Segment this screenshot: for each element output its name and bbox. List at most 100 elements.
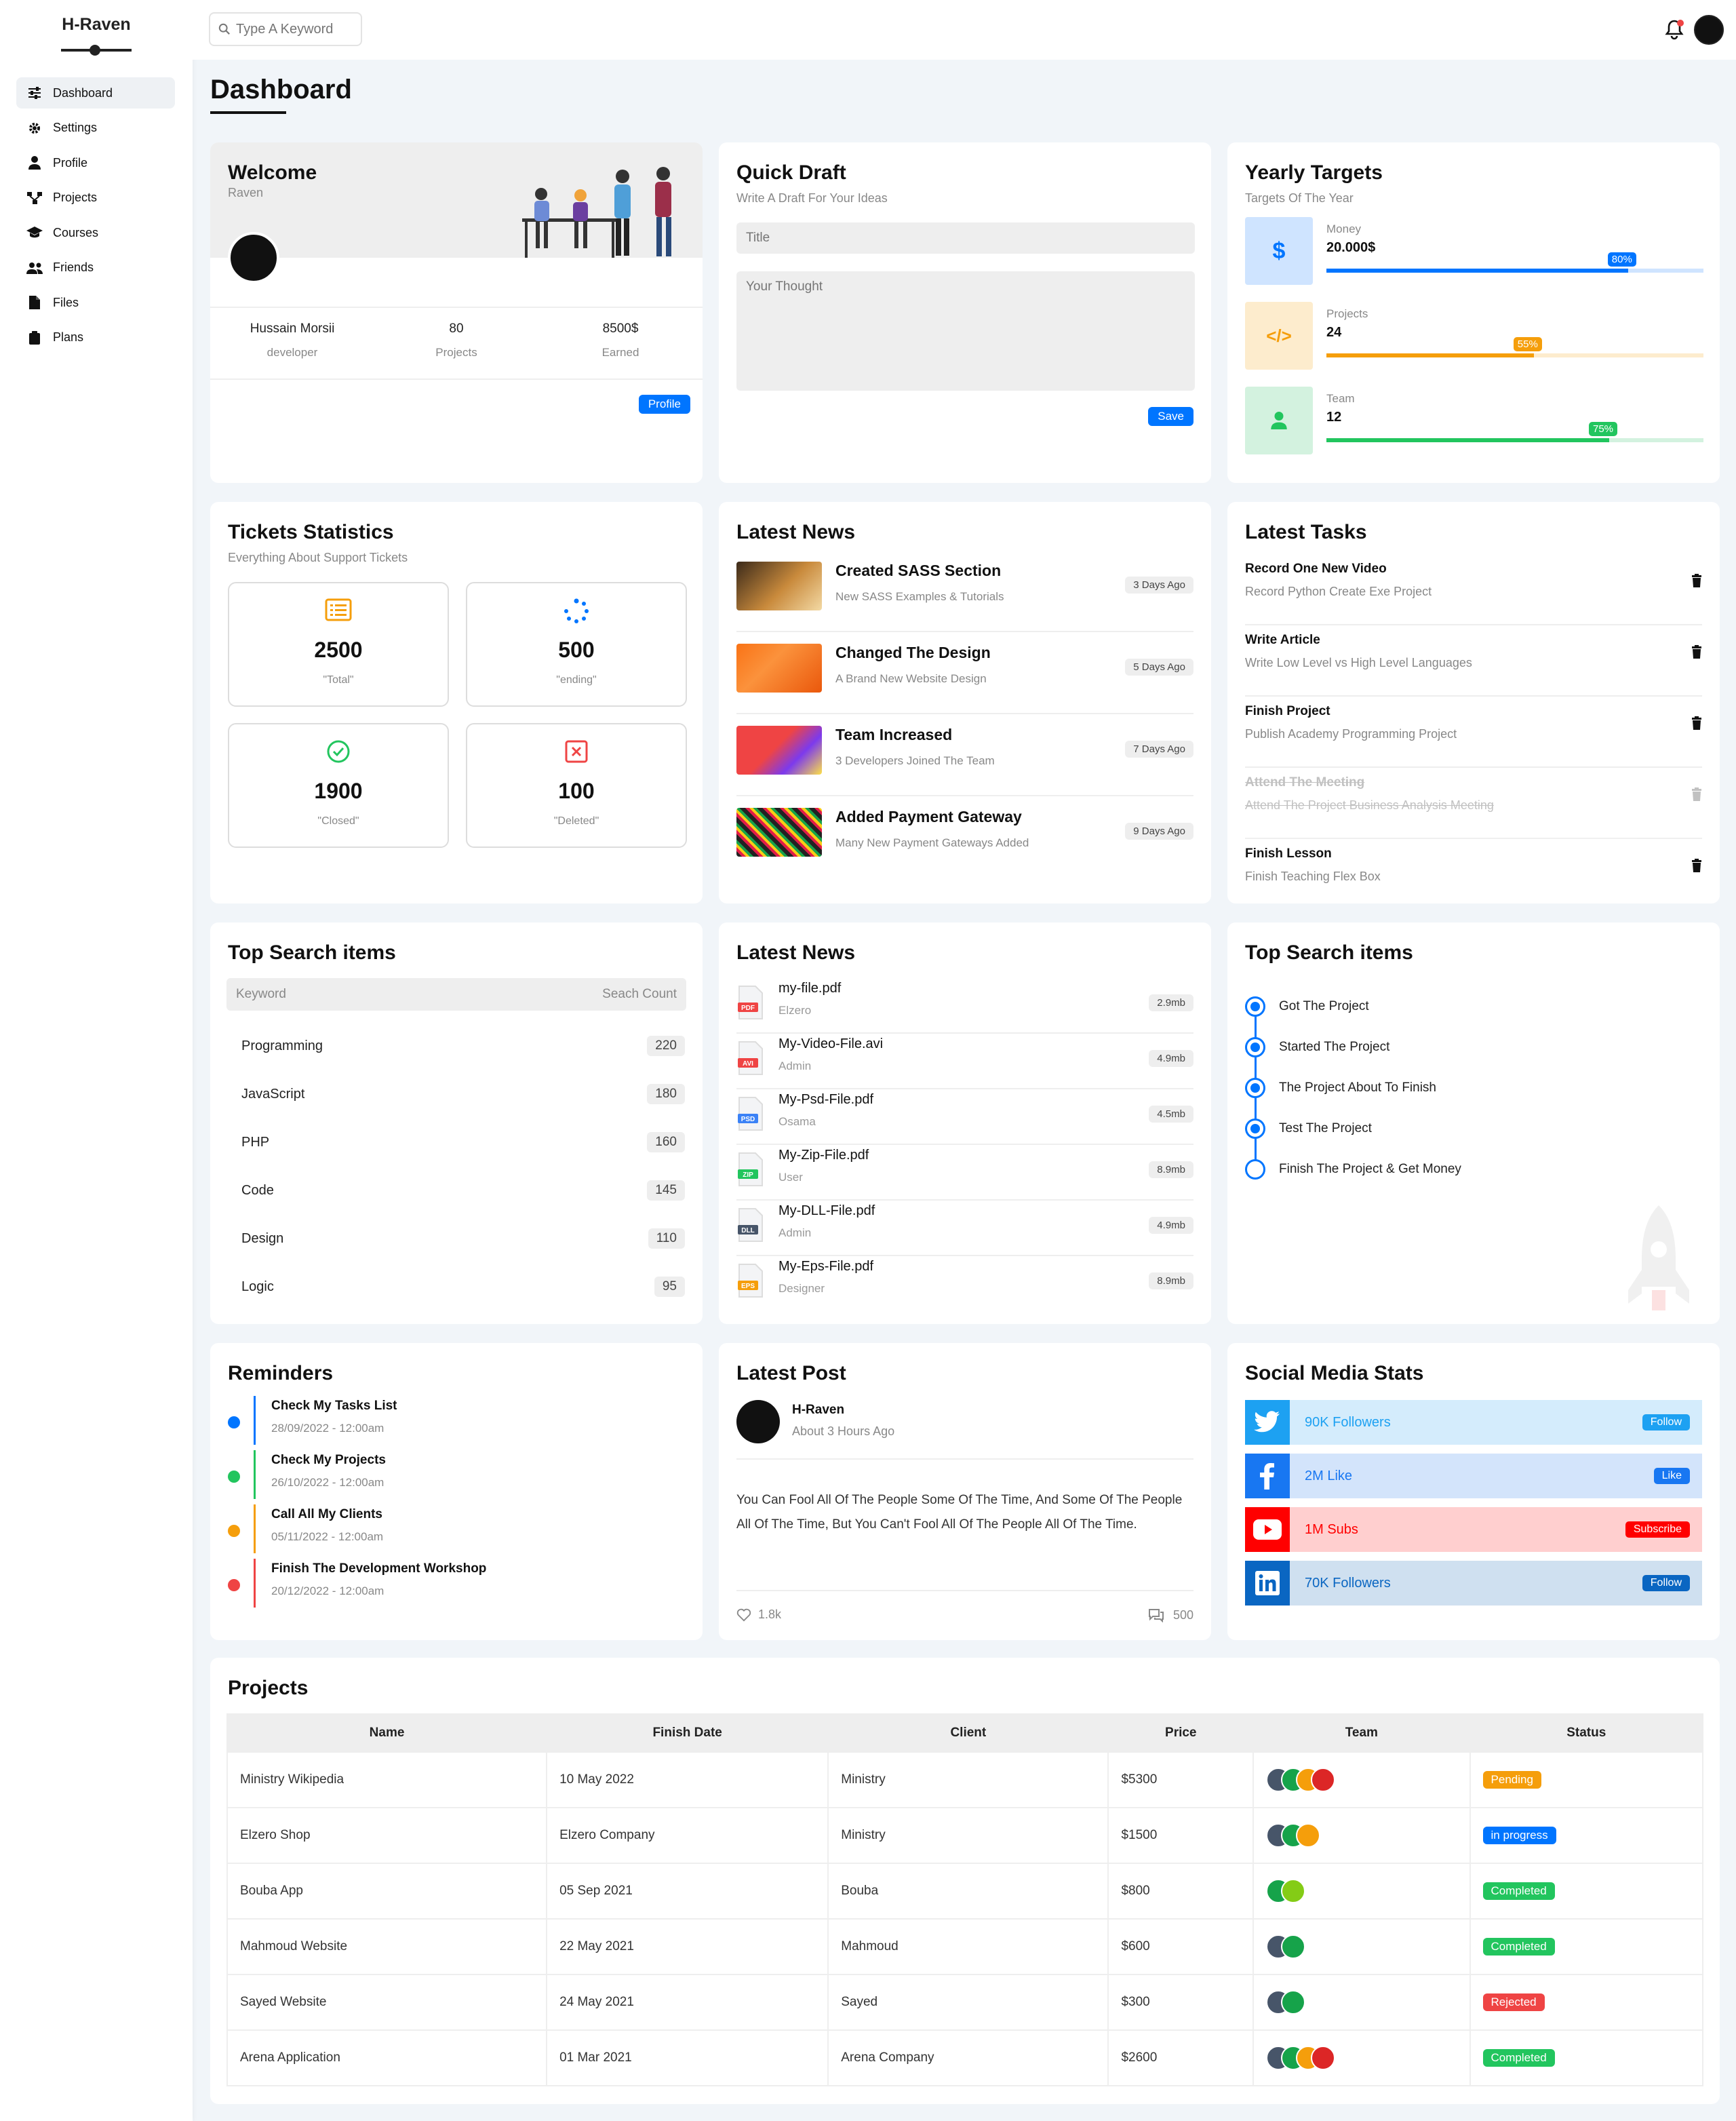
cell-name: Bouba App bbox=[226, 1863, 548, 1920]
table-row[interactable]: Sayed Website 24 May 2021 Sayed $300 Rejecte… bbox=[226, 1974, 1704, 2031]
sidebar-item-dashboard[interactable]: Dashboard bbox=[16, 77, 175, 109]
cell-price: $300 bbox=[1107, 1974, 1255, 2031]
status-badge: in progress bbox=[1482, 1827, 1556, 1844]
cell-date: 24 May 2021 bbox=[546, 1974, 829, 2031]
timeline-label: Got The Project bbox=[1279, 999, 1369, 1013]
search-input[interactable] bbox=[236, 21, 351, 37]
projects-card: Projects Name Finish Date Client Price Team S… bbox=[210, 1658, 1720, 2104]
tasks-title: Latest Tasks bbox=[1245, 521, 1367, 543]
trash-icon[interactable] bbox=[1691, 787, 1702, 804]
sidebar-item-label: Profile bbox=[53, 155, 88, 170]
trash-icon[interactable] bbox=[1691, 859, 1702, 876]
draft-body-textarea[interactable] bbox=[736, 271, 1195, 391]
sidebar-item-plans[interactable]: Plans bbox=[16, 322, 175, 353]
target-icon-box bbox=[1245, 387, 1313, 454]
ticket-stat-box: 100 "Deleted" bbox=[466, 723, 687, 848]
ticket-value: 1900 bbox=[314, 779, 363, 803]
cell-status: Pending bbox=[1469, 1751, 1704, 1808]
count-header: Seach Count bbox=[602, 987, 677, 1001]
sidebar-item-files[interactable]: Files bbox=[16, 287, 175, 318]
file-item[interactable]: EPS My-Eps-File.pdf Designer 8.9mb bbox=[736, 1258, 1194, 1313]
table-row[interactable]: Arena Application 01 Mar 2021 Arena Compan… bbox=[226, 2029, 1704, 2086]
file-owner: Designer bbox=[778, 1282, 825, 1295]
file-item[interactable]: ZIP My-Zip-File.pdf User 8.9mb bbox=[736, 1146, 1194, 1202]
cell-status: Completed bbox=[1469, 2029, 1704, 2086]
spinner-icon bbox=[564, 598, 589, 623]
file-item[interactable]: PSD My-Psd-File.pdf Osama 4.5mb bbox=[736, 1091, 1194, 1146]
save-button[interactable]: Save bbox=[1148, 407, 1194, 426]
divider bbox=[736, 1144, 1194, 1145]
sidebar-item-profile[interactable]: Profile bbox=[16, 147, 175, 178]
timeline-label: Test The Project bbox=[1279, 1121, 1372, 1135]
divider bbox=[736, 1199, 1194, 1201]
search-item-row: Programming 220 bbox=[241, 1032, 685, 1059]
reminder-title: Call All My Clients bbox=[271, 1507, 382, 1521]
news-title: Changed The Design bbox=[835, 644, 991, 661]
divider bbox=[1245, 838, 1702, 839]
social-action-button[interactable]: Subscribe bbox=[1625, 1521, 1690, 1538]
sidebar-item-friends[interactable]: Friends bbox=[16, 252, 175, 284]
social-action-button[interactable]: Follow bbox=[1642, 1575, 1690, 1591]
target-label: Projects bbox=[1326, 307, 1368, 320]
team-illustration bbox=[522, 167, 671, 258]
profile-role: developer bbox=[267, 346, 318, 359]
profile-button[interactable]: Profile bbox=[638, 395, 690, 414]
trash-icon[interactable] bbox=[1691, 574, 1702, 591]
table-row[interactable]: Bouba App 05 Sep 2021 Bouba $800 Completed bbox=[226, 1863, 1704, 1920]
post-likes[interactable]: 1.8k bbox=[736, 1608, 781, 1622]
file-size-badge: 4.9mb bbox=[1149, 1050, 1194, 1067]
tickets-title: Tickets Statistics bbox=[228, 521, 394, 543]
social-action-button[interactable]: Follow bbox=[1642, 1414, 1690, 1431]
table-row[interactable]: Elzero Shop Elzero Company Ministry $1500 in… bbox=[226, 1807, 1704, 1864]
sidebar-item-courses[interactable]: Courses bbox=[16, 217, 175, 248]
news-thumbnail bbox=[736, 808, 822, 857]
code-icon: </> bbox=[1266, 325, 1292, 346]
draft-title-input[interactable] bbox=[736, 222, 1195, 254]
sidebar-item-settings[interactable]: Settings bbox=[16, 113, 175, 144]
user-avatar[interactable] bbox=[1694, 15, 1724, 45]
timeline-step: The Project About To Finish bbox=[1245, 1074, 1436, 1102]
yearly-targets-card: Yearly Targets Targets Of The Year $ Mone… bbox=[1227, 142, 1720, 483]
table-row[interactable]: Ministry Wikipedia 10 May 2022 Ministry $53… bbox=[226, 1751, 1704, 1808]
sidebar: H-Raven Dashboard Settings Profile Projects… bbox=[0, 0, 193, 2121]
divider bbox=[736, 1032, 1194, 1034]
team-avatars bbox=[1266, 2046, 1469, 2070]
search-box[interactable] bbox=[209, 12, 362, 46]
post-comments[interactable]: 500 bbox=[1147, 1608, 1194, 1622]
svg-text:AVI: AVI bbox=[743, 1060, 753, 1068]
avatar bbox=[1281, 1990, 1306, 2015]
draft-title: Quick Draft bbox=[736, 161, 846, 184]
sidebar-item-projects[interactable]: Projects bbox=[16, 182, 175, 214]
table-row[interactable]: Mahmoud Website 22 May 2021 Mahmoud $600 Com… bbox=[226, 1918, 1704, 1975]
bell-icon[interactable] bbox=[1663, 18, 1686, 41]
target-progress-fill bbox=[1326, 438, 1609, 442]
target-value: 12 bbox=[1326, 410, 1342, 425]
target-percent-badge: 75% bbox=[1589, 422, 1618, 436]
file-item[interactable]: PDF my-file.pdf Elzero 2.9mb bbox=[736, 979, 1194, 1035]
news-item[interactable]: Changed The Design A Brand New Website De… bbox=[736, 644, 1194, 714]
trash-icon[interactable] bbox=[1691, 716, 1702, 733]
avi-file-icon: AVI bbox=[736, 1040, 764, 1076]
project-timeline-card: Top Search items Got The Project Started … bbox=[1227, 922, 1720, 1324]
search-keyword: PHP bbox=[241, 1134, 270, 1150]
file-owner: Admin bbox=[778, 1226, 812, 1239]
trash-icon[interactable] bbox=[1691, 645, 1702, 662]
youtube-icon bbox=[1245, 1507, 1290, 1552]
cell-status: in progress bbox=[1469, 1807, 1704, 1864]
news-item[interactable]: Added Payment Gateway Many New Payment Ga… bbox=[736, 808, 1194, 876]
reminder-dot bbox=[228, 1471, 240, 1483]
target-progress bbox=[1326, 353, 1703, 357]
divider bbox=[1245, 695, 1702, 697]
file-item[interactable]: DLL My-DLL-File.pdf Admin 4.9mb bbox=[736, 1202, 1194, 1258]
svg-text:PSD: PSD bbox=[741, 1116, 755, 1123]
reminder-title: Check My Projects bbox=[271, 1453, 386, 1467]
news-item[interactable]: Team Increased 3 Developers Joined The Te… bbox=[736, 726, 1194, 796]
news-item[interactable]: Created SASS Section New SASS Examples & … bbox=[736, 562, 1194, 632]
social-action-button[interactable]: Like bbox=[1653, 1468, 1690, 1484]
target-progress bbox=[1326, 269, 1703, 273]
brand-logo: H-Raven bbox=[62, 15, 131, 34]
facebook-icon bbox=[1245, 1454, 1290, 1498]
welcome-stats: Hussain Morsii developer 80 Projects 8500$… bbox=[210, 322, 703, 359]
news-age-badge: 9 Days Ago bbox=[1125, 823, 1194, 840]
file-item[interactable]: AVI My-Video-File.avi Admin 4.9mb bbox=[736, 1035, 1194, 1091]
